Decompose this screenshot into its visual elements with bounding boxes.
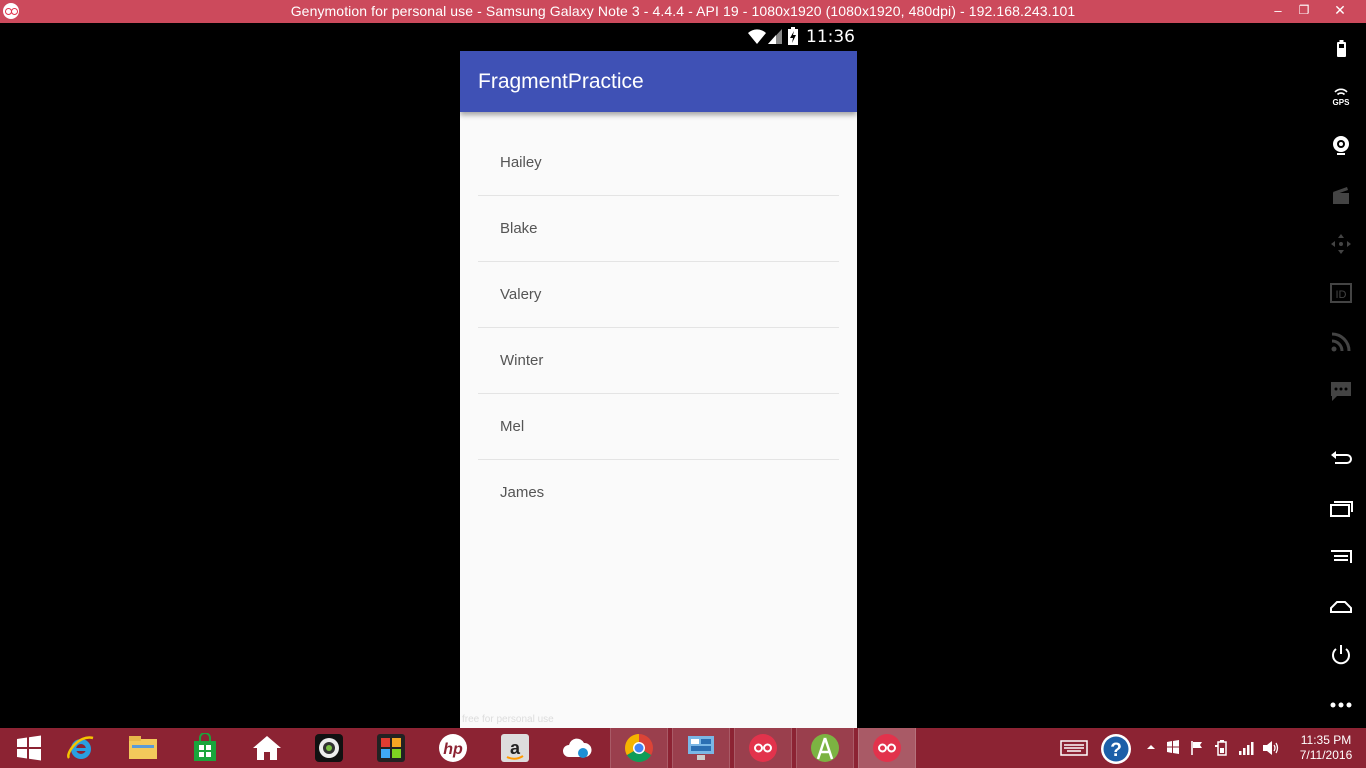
home-icon[interactable]: [1329, 594, 1353, 618]
window-title: Genymotion for personal use - Samsung Ga…: [290, 3, 1076, 19]
device-clock: 11:36: [806, 27, 855, 47]
system-date: 7/11/2016: [1299, 748, 1353, 762]
list-item[interactable]: Mel: [478, 394, 839, 460]
network-icon[interactable]: [1329, 330, 1353, 354]
list-item[interactable]: Valery: [478, 262, 839, 328]
amazon-icon: a: [501, 734, 529, 762]
genymotion-taskbar-button[interactable]: [734, 728, 792, 768]
genymotion-player-button[interactable]: [858, 728, 916, 768]
windows-logo-icon: [17, 735, 41, 761]
genymotion-icon: [749, 734, 777, 762]
back-icon[interactable]: [1329, 447, 1353, 471]
cloud-icon: [563, 738, 592, 758]
chrome-button[interactable]: [610, 728, 668, 768]
network-signal-icon[interactable]: [1238, 740, 1256, 768]
gps-label: GPS: [1333, 98, 1351, 107]
start-button[interactable]: [0, 728, 58, 768]
app-bar: FragmentPractice: [460, 51, 857, 112]
taskbar: hp a ? 11:35 PM 7/11/2016: [0, 728, 1366, 768]
wifi-icon: [748, 29, 766, 44]
remote-control-icon[interactable]: [1329, 232, 1353, 256]
list-item-label: Winter: [500, 352, 544, 369]
watermark: free for personal use: [462, 714, 554, 725]
show-hidden-icons-chevron-icon[interactable]: [1146, 741, 1156, 768]
list-item-label: Blake: [500, 220, 538, 237]
amazon-button[interactable]: a: [486, 728, 544, 768]
store-icon: [194, 733, 216, 761]
power-battery-icon[interactable]: [1214, 739, 1230, 768]
recent-apps-icon[interactable]: [1329, 496, 1353, 520]
action-center-flag-icon[interactable]: [1190, 740, 1204, 768]
list-item-label: James: [500, 484, 545, 501]
webcam-app-icon: [315, 734, 343, 762]
svg-text:ID: ID: [1336, 289, 1347, 301]
svg-text:a: a: [510, 738, 521, 758]
list-item[interactable]: Hailey: [478, 130, 839, 196]
list-item-label: Hailey: [500, 154, 542, 171]
cloud-app-button[interactable]: [548, 728, 606, 768]
puzzle-app-icon: [377, 734, 405, 762]
desktop: Genymotion for personal use - Samsung Ga…: [0, 0, 1366, 768]
close-button[interactable]: ✕: [1325, 0, 1355, 23]
windows-tray-icon[interactable]: [1166, 740, 1180, 768]
house-icon: [253, 736, 281, 760]
system-time: 11:35 PM: [1300, 733, 1352, 747]
battery-charging-icon: [788, 27, 798, 45]
list-item[interactable]: Winter: [478, 328, 839, 394]
list-item-label: Mel: [500, 418, 525, 435]
power-icon[interactable]: [1329, 643, 1353, 667]
list-item-label: Valery: [500, 286, 542, 303]
volume-icon[interactable]: [1262, 740, 1280, 768]
list-item[interactable]: Blake: [478, 196, 839, 262]
genymotion-toolbar: GPS ID: [1316, 23, 1366, 728]
android-studio-button[interactable]: [796, 728, 854, 768]
app-title: FragmentPractice: [478, 70, 644, 93]
hp-logo-icon: hp: [439, 734, 467, 762]
store-button[interactable]: [176, 728, 234, 768]
svg-text:hp: hp: [443, 741, 463, 758]
device-id-icon[interactable]: ID: [1329, 281, 1353, 305]
help-icon[interactable]: ?: [1100, 733, 1132, 768]
camera-app-button[interactable]: [300, 728, 358, 768]
gps-icon[interactable]: GPS: [1329, 85, 1353, 109]
window-titlebar: Genymotion for personal use - Samsung Ga…: [0, 0, 1366, 23]
names-list: Hailey Blake Valery Winter Mel James: [478, 130, 839, 526]
menu-icon[interactable]: [1329, 545, 1353, 569]
remote-desktop-button[interactable]: [672, 728, 730, 768]
file-explorer-button[interactable]: [114, 728, 172, 768]
cell-signal-icon: [768, 29, 782, 44]
webcam-icon[interactable]: [1329, 133, 1353, 157]
device-screen: FragmentPractice Hailey Blake Valery Win…: [460, 51, 857, 728]
chrome-icon: [625, 734, 653, 762]
list-item[interactable]: James: [478, 460, 839, 526]
touch-keyboard-icon[interactable]: [1060, 740, 1088, 768]
sms-icon[interactable]: [1329, 379, 1353, 403]
genymotion-player-icon: [873, 734, 901, 762]
remote-desktop-icon: [688, 736, 714, 760]
file-explorer-icon: [129, 736, 157, 759]
capture-icon[interactable]: [1329, 183, 1353, 207]
puzzle-app-button[interactable]: [362, 728, 420, 768]
svg-text:?: ?: [1110, 740, 1122, 761]
system-clock[interactable]: 11:35 PM 7/11/2016: [1290, 733, 1362, 763]
android-studio-icon: [811, 734, 839, 762]
home-app-button[interactable]: [238, 728, 296, 768]
more-icon[interactable]: [1329, 693, 1353, 717]
internet-explorer-button[interactable]: [52, 728, 110, 768]
battery-icon[interactable]: [1329, 37, 1353, 61]
restore-button[interactable]: ❐: [1289, 0, 1319, 23]
hp-button[interactable]: hp: [424, 728, 482, 768]
internet-explorer-icon: [67, 736, 94, 759]
device-status-bar: 11:36: [740, 26, 860, 48]
